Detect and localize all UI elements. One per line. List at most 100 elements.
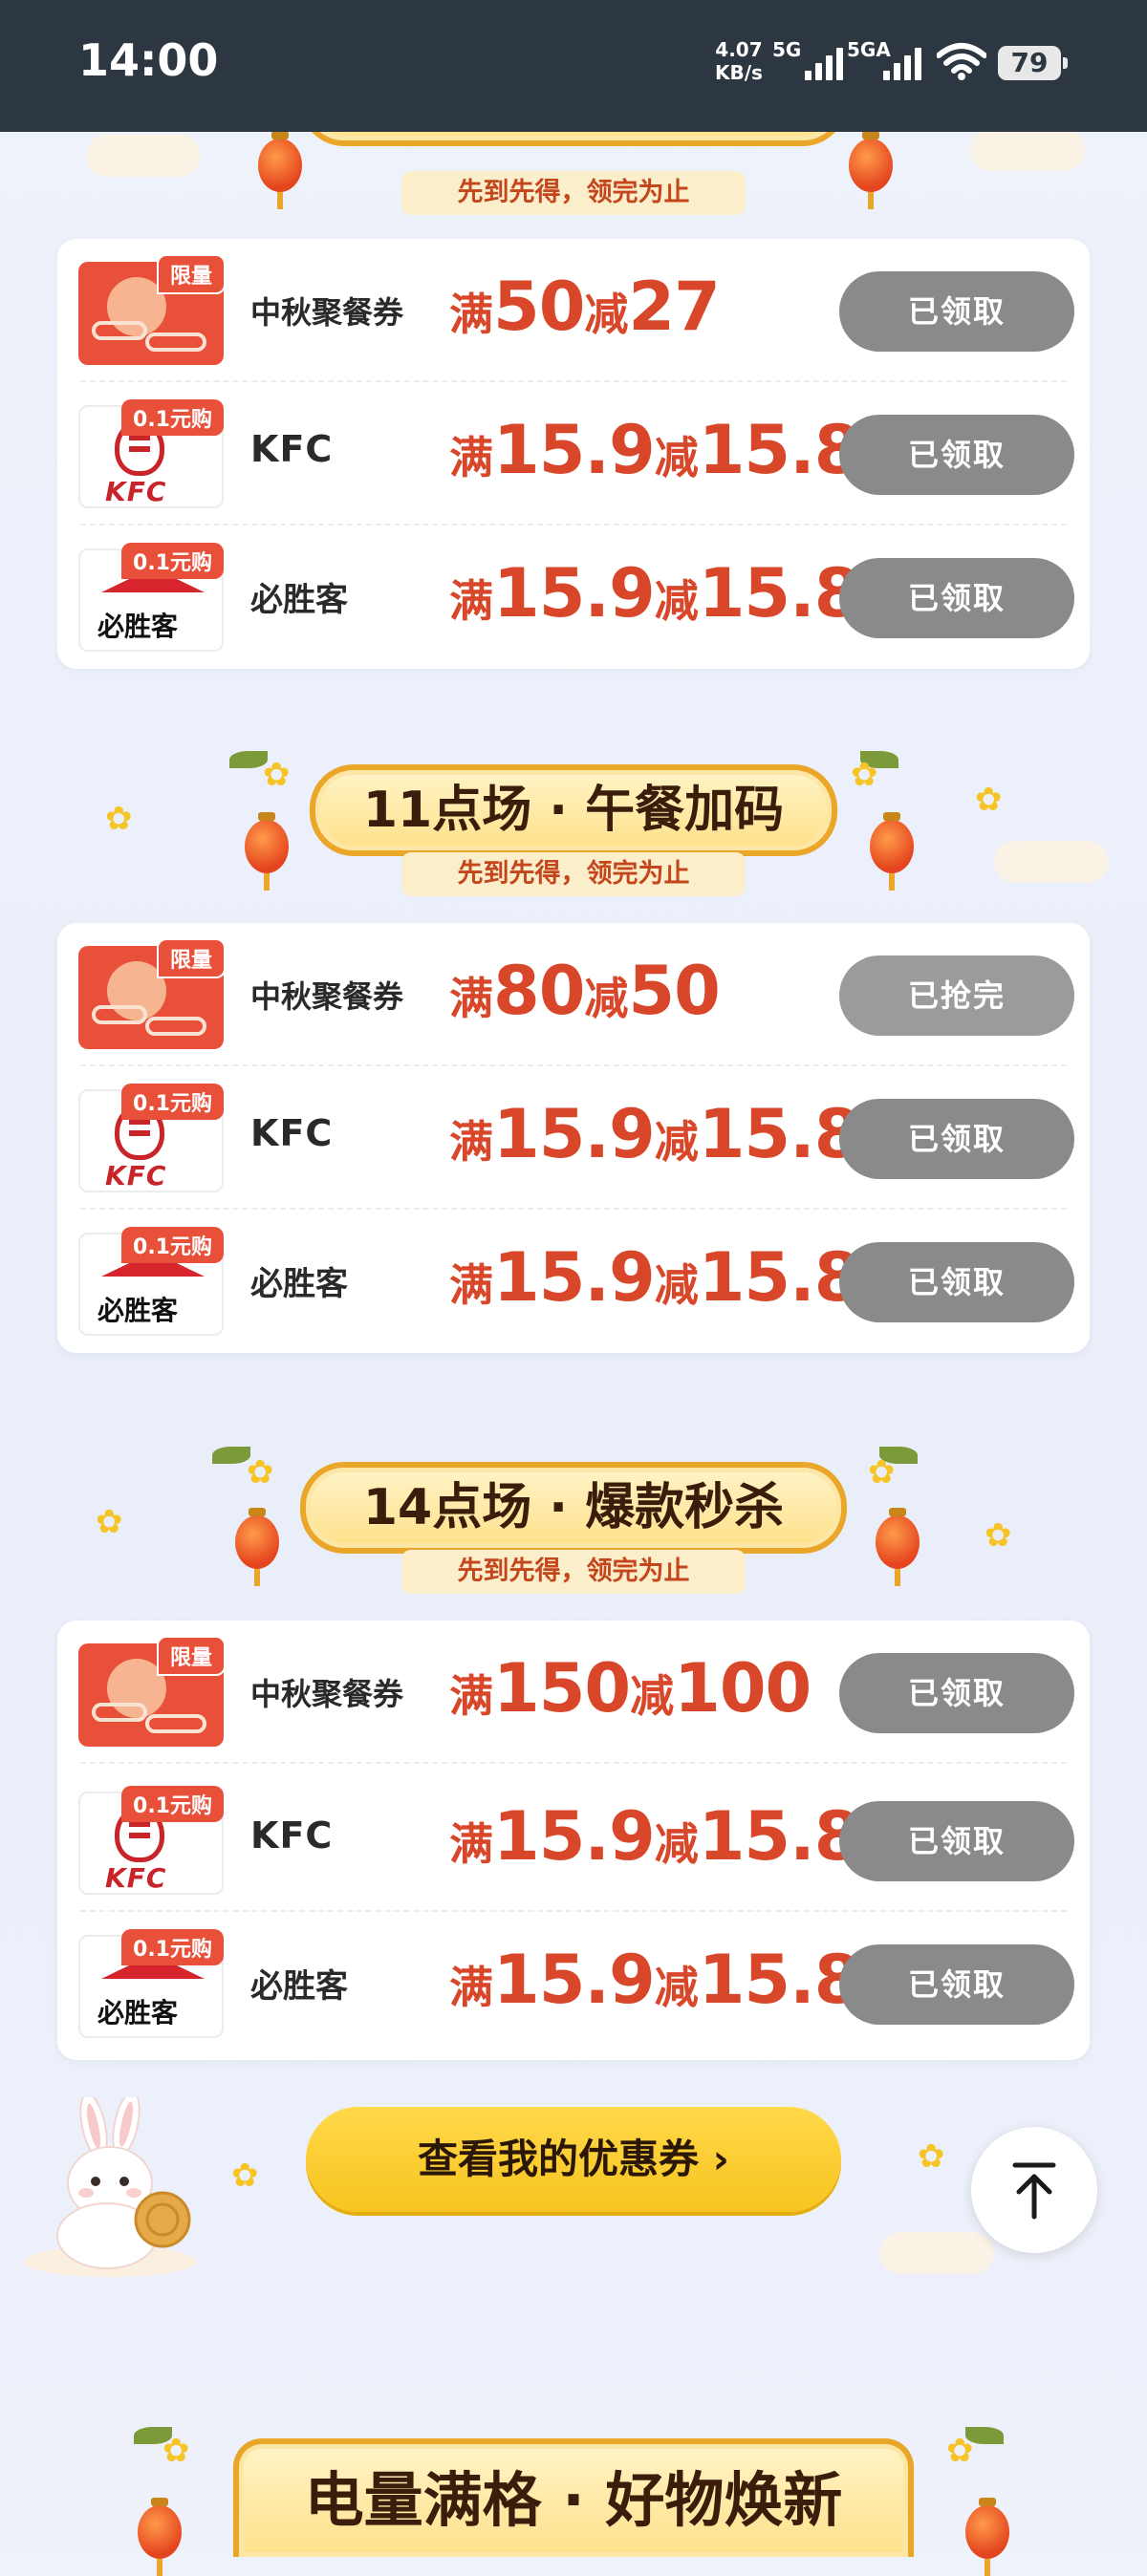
lantern-icon <box>870 812 914 891</box>
osmanthus-icon: ✿ <box>851 756 878 794</box>
lantern-icon <box>258 131 302 209</box>
back-to-top-button[interactable] <box>971 2127 1097 2253</box>
offer-off: 15.8 <box>698 554 861 633</box>
offer-mid: 减 <box>654 432 699 483</box>
offer-mid: 减 <box>584 289 629 340</box>
coupon-brand: 必胜客 <box>250 1967 348 2006</box>
coupon-row: KFC 0.1元购 KFC 满15.9减15.8 已领取 <box>57 1066 1090 1210</box>
offer-mid: 减 <box>654 1962 699 2013</box>
osmanthus-icon: ✿ <box>975 781 1003 819</box>
limited-tag: 限量 <box>156 254 226 294</box>
coupon-offer: 满15.9减15.8 <box>449 554 861 633</box>
claimed-button[interactable]: 已领取 <box>839 271 1074 352</box>
section-title: 11点场 · 午餐加码 <box>310 764 837 856</box>
coupon-card-10: 限量 中秋聚餐券 满50减27 已领取 KFC 0.1元购 KFC 满15.9减… <box>57 239 1090 669</box>
network-speed: 4.07 KB/s <box>715 38 763 84</box>
claimed-button[interactable]: 已领取 <box>839 415 1074 495</box>
coupon-brand: 中秋聚餐券 <box>250 978 404 1015</box>
section-header-14: ✿ ✿ ✿ ✿ 14点场 · 爆款秒杀 先到先得，领完为止 <box>0 1424 1147 1615</box>
offer-prefix: 满 <box>449 1116 493 1168</box>
status-time: 14:00 <box>78 34 219 86</box>
back-to-top-icon <box>1012 2162 1056 2220</box>
claimed-button[interactable]: 已领取 <box>839 1944 1074 2025</box>
offer-mid: 减 <box>654 1818 699 1870</box>
offer-prefix: 满 <box>449 1670 493 1722</box>
offer-min: 15.9 <box>493 411 656 489</box>
kfc-logo: KFC 0.1元购 <box>78 1084 224 1192</box>
osmanthus-icon: ✿ <box>946 2432 974 2470</box>
offer-off: 100 <box>674 1649 812 1728</box>
coupon-offer: 满15.9减15.8 <box>449 1095 861 1173</box>
claimed-button[interactable]: 已领取 <box>839 1653 1074 1733</box>
lantern-icon <box>245 812 289 891</box>
offer-mid: 减 <box>654 1259 699 1311</box>
osmanthus-icon: ✿ <box>247 1453 274 1492</box>
coupon-offer: 满15.9减15.8 <box>449 1238 861 1317</box>
coupon-offer: 满80减50 <box>449 952 721 1030</box>
rabbit-mooncake-icon <box>24 2097 196 2277</box>
price-tag: 0.1元购 <box>121 1929 224 1965</box>
sold-out-button[interactable]: 已抢完 <box>839 955 1074 1036</box>
osmanthus-icon: ✿ <box>96 1503 123 1541</box>
claimed-button[interactable]: 已领取 <box>839 558 1074 638</box>
offer-min: 15.9 <box>493 1238 656 1317</box>
price-tag: 0.1元购 <box>121 543 224 579</box>
coupon-brand: KFC <box>250 1112 334 1154</box>
offer-off: 15.8 <box>698 1095 861 1173</box>
offer-prefix: 满 <box>449 289 493 340</box>
osmanthus-icon: ✿ <box>985 1516 1012 1555</box>
mid-autumn-logo: 限量 <box>78 1636 226 1747</box>
section-subtitle: 先到先得，领完为止 <box>401 1550 746 1594</box>
signal-icon <box>805 44 843 80</box>
section-subtitle: 先到先得，领完为止 <box>401 852 746 896</box>
network-speed-value: 4.07 <box>715 38 763 61</box>
offer-off: 15.8 <box>698 1941 861 2019</box>
coupon-offer: 满50减27 <box>449 268 721 346</box>
section-header-11: ✿ ✿ ✿ ✿ 11点场 · 午餐加码 先到先得，领完为止 <box>0 726 1147 917</box>
offer-prefix: 满 <box>449 1259 493 1311</box>
coupon-row: 限量 中秋聚餐券 满150减100 已领取 <box>57 1621 1090 1764</box>
coupon-row: 限量 中秋聚餐券 满80减50 已抢完 <box>57 923 1090 1066</box>
claimed-button[interactable]: 已领取 <box>839 1242 1074 1322</box>
coupon-row: 必胜客 0.1元购 必胜客 满15.9减15.8 已领取 <box>57 1912 1090 2055</box>
price-tag: 0.1元购 <box>121 1786 224 1822</box>
offer-min: 50 <box>493 268 585 346</box>
section-subtitle: 先到先得，领完为止 <box>401 171 746 215</box>
coupon-offer: 满15.9减15.8 <box>449 1797 861 1876</box>
kfc-logo-text: KFC <box>105 476 167 507</box>
coupon-row: 限量 中秋聚餐券 满50减27 已领取 <box>57 239 1090 382</box>
offer-min: 80 <box>493 952 585 1030</box>
offer-off: 15.8 <box>698 1238 861 1317</box>
osmanthus-icon: ✿ <box>868 1453 896 1492</box>
coupon-row: KFC 0.1元购 KFC 满15.9减15.8 已领取 <box>57 382 1090 526</box>
pizza-hut-logo-text: 必胜客 <box>97 1295 179 1326</box>
kfc-logo-text: KFC <box>105 1160 167 1191</box>
coupon-card-11: 限量 中秋聚餐券 满80减50 已抢完 KFC 0.1元购 KFC 满15.9减… <box>57 923 1090 1353</box>
view-my-coupons-button[interactable]: 查看我的优惠券 › <box>306 2107 841 2212</box>
coupon-offer: 满15.9减15.8 <box>449 411 861 489</box>
offer-off: 15.8 <box>698 411 861 489</box>
kfc-logo: KFC 0.1元购 <box>78 399 224 508</box>
coupon-brand: KFC <box>250 428 334 470</box>
mid-autumn-logo: 限量 <box>78 254 226 365</box>
offer-mid: 减 <box>654 1116 699 1168</box>
coupon-offer: 满15.9减15.8 <box>449 1941 861 2019</box>
lantern-icon <box>235 1508 279 1586</box>
price-tag: 0.1元购 <box>121 399 224 436</box>
offer-prefix: 满 <box>449 575 493 627</box>
section-title: 14点场 · 爆款秒杀 <box>300 1462 847 1554</box>
offer-off: 50 <box>628 952 720 1030</box>
wifi-icon <box>937 43 986 80</box>
osmanthus-icon: ✿ <box>263 756 291 794</box>
claimed-button[interactable]: 已领取 <box>839 1099 1074 1179</box>
claimed-button[interactable]: 已领取 <box>839 1801 1074 1881</box>
offer-off: 15.8 <box>698 1797 861 1876</box>
coupon-brand: KFC <box>250 1814 334 1857</box>
osmanthus-icon: ✿ <box>162 2432 190 2470</box>
osmanthus-icon: ✿ <box>918 2137 945 2176</box>
coupon-brand: 中秋聚餐券 <box>250 1676 404 1712</box>
offer-prefix: 满 <box>449 432 493 483</box>
bottom-banner-section: ✿ ✿ 电量满格 · 好物焕新 <box>0 2389 1147 2576</box>
offer-min: 15.9 <box>493 1095 656 1173</box>
price-tag: 0.1元购 <box>121 1084 224 1120</box>
